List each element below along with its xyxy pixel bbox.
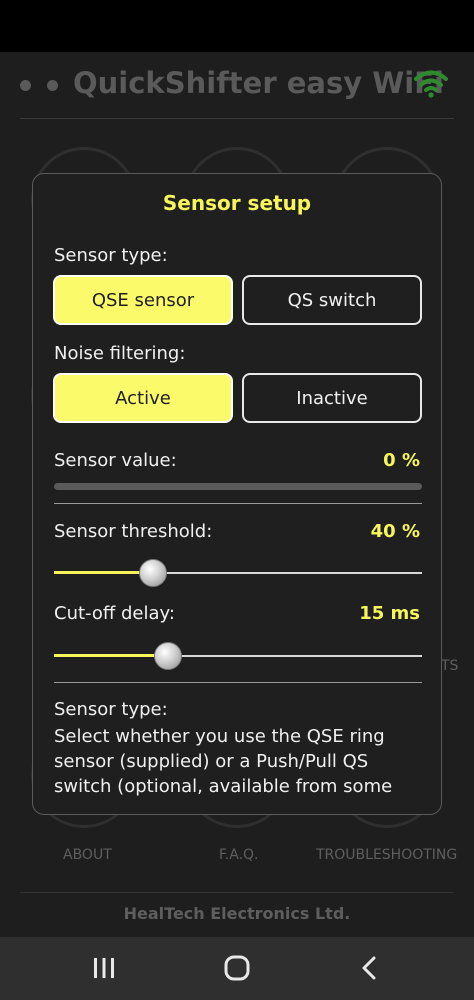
sensor-threshold-label: Sensor threshold:: [54, 521, 213, 542]
status-dot-1: [20, 80, 31, 91]
menu-label-about[interactable]: ABOUT: [63, 847, 112, 863]
slider-fill: [54, 654, 169, 657]
cutoff-delay-slider[interactable]: [54, 641, 422, 671]
footer-company: HealTech Electronics Ltd.: [123, 904, 351, 923]
slider-thumb[interactable]: [154, 642, 183, 670]
cutoff-delay-label: Cut-off delay:: [54, 603, 175, 624]
sensor-type-label: Sensor type:: [54, 245, 168, 266]
section-divider: [54, 682, 422, 683]
noise-active-button[interactable]: Active: [53, 373, 233, 423]
menu-label-faq[interactable]: F.A.Q.: [219, 847, 259, 863]
status-dot-2: [47, 80, 58, 91]
help-text: Select whether you use the QSE ring sens…: [54, 726, 393, 797]
app-title: QuickShifter easy WiFi: [73, 66, 444, 100]
sensor-setup-dialog: Sensor setup Sensor type: QSE sensor QS …: [32, 173, 442, 815]
menu-label-partial: TS: [441, 658, 459, 674]
system-nav-bar: [0, 937, 474, 1000]
app-header: QuickShifter easy WiFi: [0, 52, 474, 118]
status-bar: [0, 0, 474, 52]
dialog-title: Sensor setup: [162, 191, 312, 215]
recents-icon[interactable]: [89, 955, 119, 981]
qs-switch-button[interactable]: QS switch: [242, 275, 422, 325]
sensor-value-readout: 0 %: [383, 450, 420, 471]
section-divider: [54, 503, 422, 504]
noise-inactive-button[interactable]: Inactive: [242, 373, 422, 423]
cutoff-delay-readout: 15 ms: [359, 603, 420, 624]
qse-sensor-button[interactable]: QSE sensor: [53, 275, 233, 325]
noise-filtering-label: Noise filtering:: [54, 343, 186, 364]
footer-divider: [20, 892, 454, 893]
back-icon[interactable]: [355, 955, 385, 981]
sensor-value-bar: [54, 483, 422, 490]
sensor-threshold-readout: 40 %: [370, 521, 420, 542]
menu-label-troubleshooting[interactable]: TROUBLESHOOTING: [316, 847, 457, 863]
sensor-value-label: Sensor value:: [54, 450, 177, 471]
header-divider: [20, 118, 454, 119]
help-title: Sensor type:: [54, 699, 168, 720]
home-icon[interactable]: [222, 955, 252, 981]
wifi-icon: [414, 70, 448, 98]
sensor-threshold-slider[interactable]: [54, 558, 422, 588]
slider-thumb[interactable]: [139, 559, 168, 587]
